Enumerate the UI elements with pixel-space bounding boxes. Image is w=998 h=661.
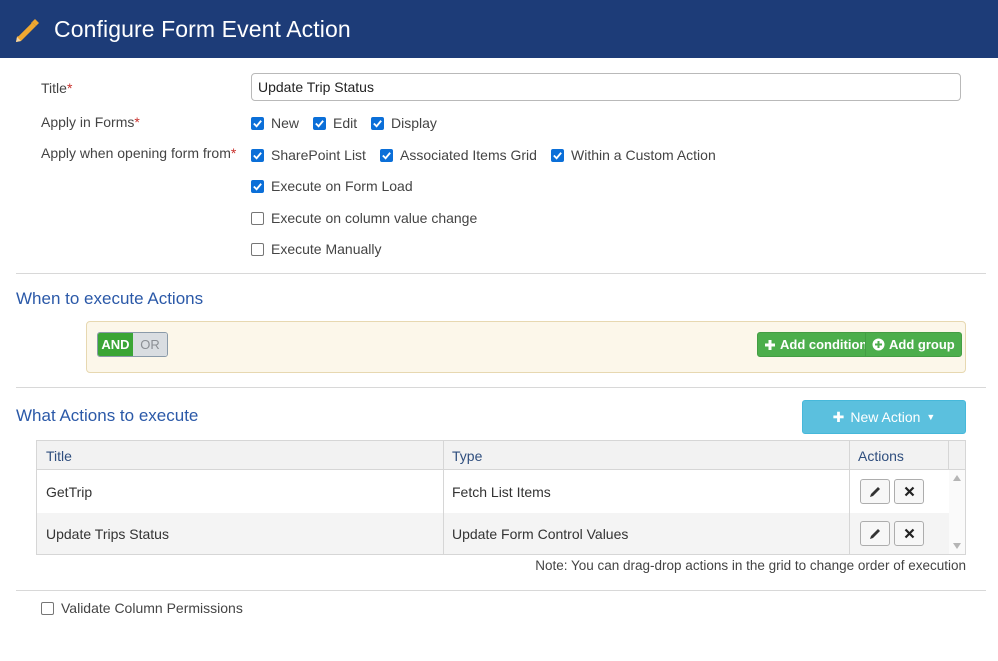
delete-action-button[interactable] [894,479,924,504]
checkbox-associated-items-grid[interactable]: Associated Items Grid [380,146,537,164]
checkbox-checked-icon [551,148,564,162]
checkbox-unchecked-icon [251,242,264,256]
grid-header [37,441,965,470]
column-header-actions: Actions [858,448,904,464]
what-section-title: What Actions to execute [16,406,199,425]
checkbox-display[interactable]: Display [371,114,437,132]
checkbox-new[interactable]: New [251,114,299,132]
grid-scrollbar[interactable] [949,470,965,554]
checkbox-checked-icon [313,116,326,130]
add-condition-button[interactable]: Add condition [757,332,875,357]
checkbox-custom-action[interactable]: Within a Custom Action [551,146,716,164]
apply-in-forms-label: Apply in Forms* [41,114,140,130]
checkbox-execute-on-load[interactable]: Execute on Form Load [251,177,413,195]
grid-note: Note: You can drag-drop actions in the g… [535,558,966,573]
scroll-down-icon[interactable] [953,543,961,549]
pencil-icon [870,528,880,539]
title-label: Title* [41,80,73,96]
checkbox-checked-icon [251,148,264,162]
checkbox-unchecked-icon [41,601,54,615]
checkbox-checked-icon [371,116,384,130]
row-type: Update Form Control Values [452,526,629,542]
add-group-button[interactable]: Add group [865,332,962,357]
checkbox-execute-manually[interactable]: Execute Manually [251,240,382,258]
dialog-header: Configure Form Event Action [0,0,998,58]
checkbox-checked-icon [251,179,264,193]
row-type: Fetch List Items [452,484,551,500]
column-divider [849,441,850,554]
pencil-icon [16,19,39,42]
checkbox-sharepoint-list[interactable]: SharePoint List [251,146,366,164]
or-button[interactable]: OR [133,333,167,356]
checkbox-unchecked-icon [251,211,264,225]
new-action-button[interactable]: ✚ New Action ▼ [802,400,966,434]
checkbox-edit[interactable]: Edit [313,114,357,132]
scroll-up-icon[interactable] [953,475,961,481]
caret-down-icon: ▼ [926,412,936,422]
apply-from-label: Apply when opening form from* [41,145,237,161]
divider [16,387,986,388]
row-title[interactable]: GetTrip [46,484,92,500]
close-icon [904,528,914,539]
pencil-icon [870,486,880,497]
column-header-type[interactable]: Type [452,448,482,464]
divider [16,590,986,591]
plus-circle-icon [872,338,885,351]
column-header-title[interactable]: Title [46,448,72,464]
plus-icon: ✚ [832,408,845,425]
and-or-toggle: AND OR [97,332,168,357]
checkbox-checked-icon [380,148,393,162]
title-input[interactable] [251,73,961,101]
checkbox-execute-on-change[interactable]: Execute on column value change [251,209,477,227]
actions-grid: Title Type Actions GetTrip Fetch List It… [36,440,966,555]
column-divider [443,441,444,554]
close-icon [904,486,914,497]
edit-action-button[interactable] [860,479,890,504]
plus-icon [764,339,776,351]
checkbox-checked-icon [251,116,264,130]
and-button[interactable]: AND [98,333,133,356]
edit-action-button[interactable] [860,521,890,546]
column-divider [948,441,949,470]
divider [16,273,986,274]
delete-action-button[interactable] [894,521,924,546]
dialog-title: Configure Form Event Action [54,16,351,42]
row-title[interactable]: Update Trips Status [46,526,169,542]
when-section-title: When to execute Actions [16,289,204,308]
checkbox-validate-permissions[interactable]: Validate Column Permissions [41,599,243,617]
condition-builder: AND OR Add condition Add group [86,321,966,373]
